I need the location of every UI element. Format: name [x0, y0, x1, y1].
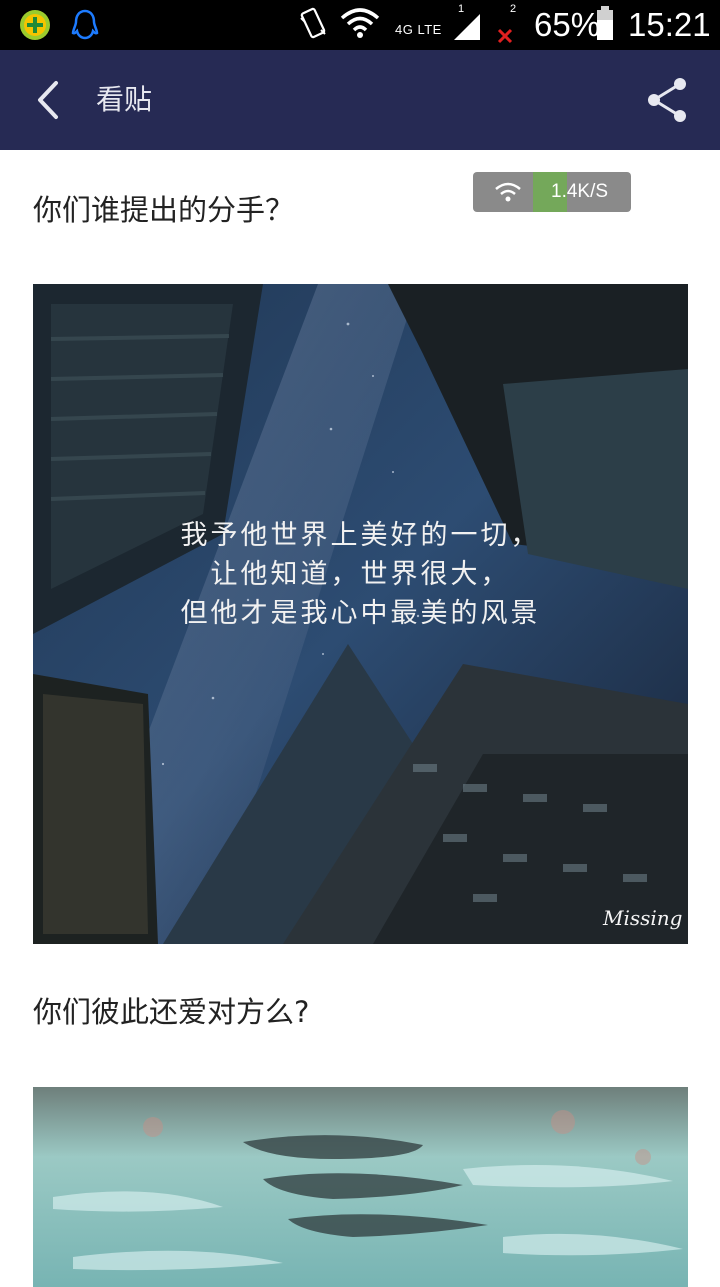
no-signal-icon: [497, 28, 513, 44]
network-speed-indicator: 1.4K/S: [473, 172, 631, 212]
vibrate-icon: [300, 7, 326, 39]
top-app-bar: 看贴: [0, 50, 720, 150]
post-question: 你们彼此还爱对方么?: [33, 995, 310, 1029]
share-icon[interactable]: [642, 74, 692, 126]
add-app-icon: [20, 10, 50, 40]
wifi-small-icon: [495, 182, 521, 202]
network-type-label: 4G LTE: [395, 22, 442, 37]
clock: 15:21: [628, 6, 711, 43]
water-photo: [33, 1087, 688, 1287]
signal-icon: [454, 14, 480, 40]
image-signature: Missing: [603, 906, 683, 930]
wifi-icon: [340, 8, 380, 38]
battery-icon: [597, 6, 613, 40]
network-speed-text: 1.4K/S: [551, 181, 609, 202]
qq-penguin-icon: [71, 9, 99, 40]
image-quote-line: 我予他世界上美好的一切，: [180, 520, 541, 551]
post-question: 你们谁提出的分手？: [33, 193, 295, 227]
post-image[interactable]: 我予他世界上美好的一切， 让他知道，世界很大， 但他才是我心中最美的风景 Mis…: [33, 284, 688, 944]
status-bar: 4G LTE 1 2 65% 15:21: [0, 0, 720, 50]
post-content[interactable]: 1.4K/S 你们谁提出的分手？ 我予他世界上美好的一切， 让他知道，世界很大，…: [0, 150, 720, 1287]
page-title: 看贴: [96, 83, 153, 116]
post-image[interactable]: [33, 1087, 688, 1287]
image-quote: 我予他世界上美好的一切， 让他知道，世界很大， 但他才是我心中最美的风景: [33, 516, 688, 633]
back-arrow-icon[interactable]: [26, 75, 76, 125]
image-quote-line: 但他才是我心中最美的风景: [180, 598, 541, 629]
battery-percent: 65%: [534, 6, 601, 43]
image-quote-line: 让他知道，世界很大，: [210, 559, 511, 590]
